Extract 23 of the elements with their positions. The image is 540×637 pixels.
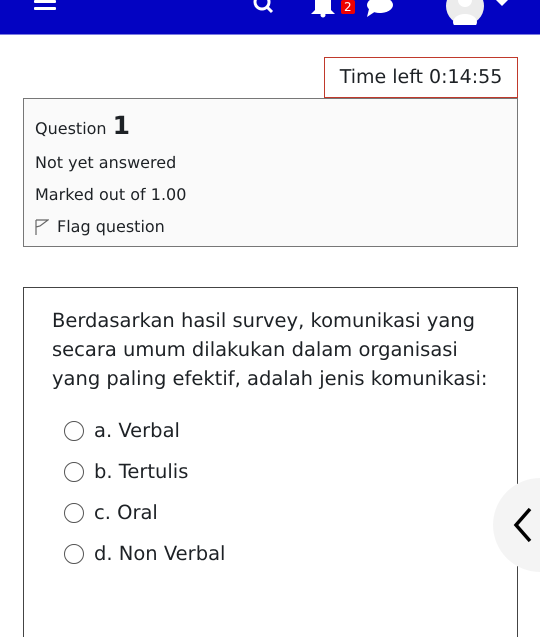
radio-button[interactable] [64,462,84,482]
option-label: a. Verbal [94,419,180,442]
question-text: Berdasarkan hasil survey, komunikasi yang secara umum dilakukan dalam organisasi yang paling efektif, adalah jenis komunikasi: [52,308,488,392]
avatar-icon[interactable] [446,0,484,25]
time-left-display: Time left 0:14:55 [324,57,518,98]
radio-button[interactable] [64,544,84,564]
marks-text: Marked out of 1.00 [35,185,188,204]
chat-icon[interactable] [365,0,393,18]
radio-button[interactable] [64,420,84,440]
chevron-left-icon [513,507,533,543]
option-label: b. Tertulis [94,460,188,483]
answer-status: Not yet answered [35,153,178,172]
menu-icon[interactable] [34,0,56,12]
flag-question-link[interactable]: Flag question [57,217,165,236]
option-label: d. Non Verbal [94,542,226,565]
question-number: 1 [112,111,130,140]
radio-button[interactable] [64,502,84,522]
question-label: Question [35,119,107,138]
option-label: c. Oral [94,501,158,524]
search-icon[interactable] [252,0,274,14]
notification-badge: 2 [341,0,355,14]
bell-icon[interactable] [310,0,336,18]
caret-icon[interactable] [496,0,508,7]
